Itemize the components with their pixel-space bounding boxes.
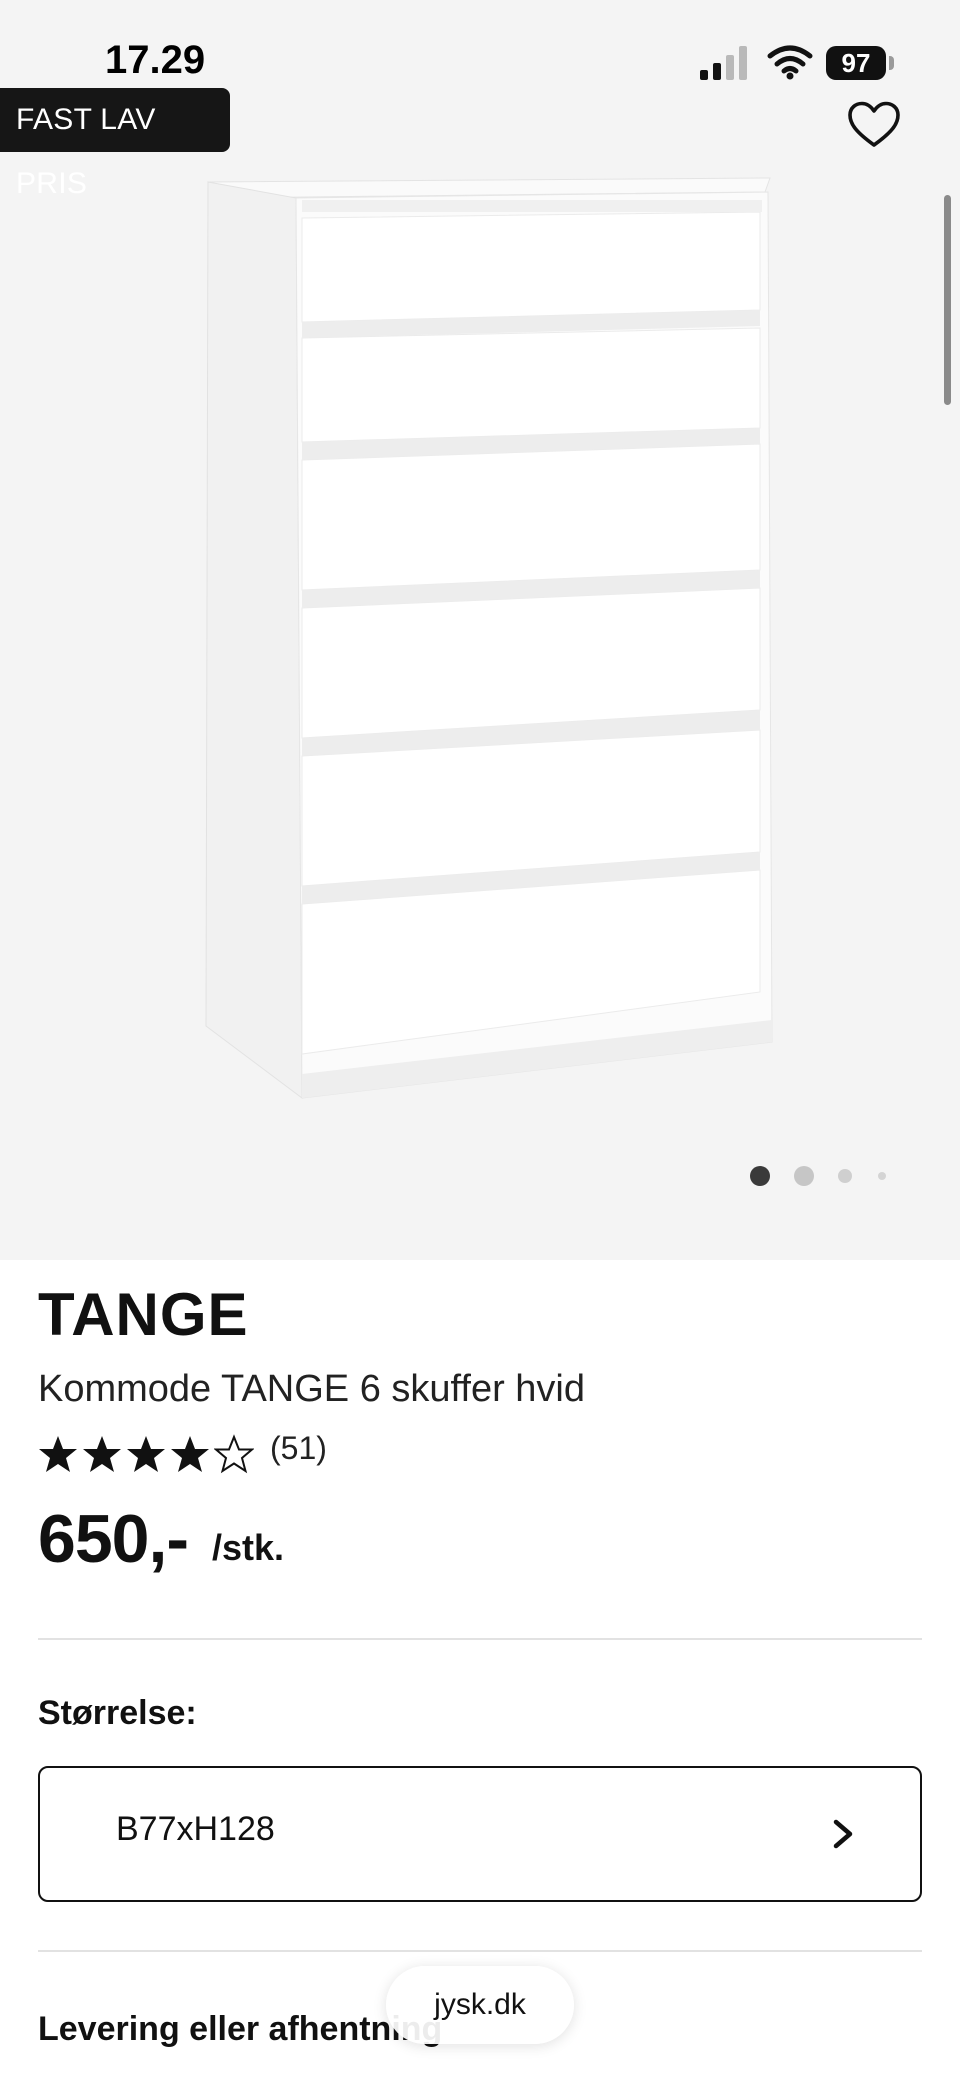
rating-count: (51) (270, 1430, 327, 1466)
status-time: 17.29 (105, 38, 206, 82)
carousel-dot[interactable] (878, 1172, 886, 1180)
status-bar: 17.29 97 (0, 0, 960, 100)
star-outline-icon (214, 1434, 254, 1474)
chevron-right-icon (833, 1819, 853, 1849)
battery-indicator: 97 (826, 46, 886, 80)
product-price: 650,- (38, 1501, 189, 1577)
cellular-signal-icon (700, 46, 747, 80)
divider (38, 1638, 922, 1640)
delivery-heading[interactable]: Levering eller afhentning (38, 2010, 442, 2049)
star-filled-icon (127, 1436, 165, 1472)
product-brand: TANGE (38, 1281, 249, 1348)
browser-url-pill[interactable]: jysk.dk (386, 1966, 574, 2044)
size-label: Størrelse: (38, 1694, 197, 1732)
size-selector[interactable]: B77xH128 (38, 1766, 922, 1902)
product-image (205, 177, 773, 1100)
promo-badge: FAST LAV PRIS (0, 88, 230, 200)
carousel-pagination[interactable] (748, 1164, 898, 1188)
star-filled-icon (39, 1436, 77, 1472)
product-name: Kommode TANGE 6 skuffer hvid (38, 1368, 586, 1410)
price-unit: /stk. (212, 1527, 285, 1568)
size-value: B77xH128 (116, 1810, 275, 1848)
battery-tip (889, 56, 894, 70)
carousel-dot-active[interactable] (750, 1166, 770, 1186)
star-filled-icon (171, 1436, 209, 1472)
carousel-dot[interactable] (838, 1169, 852, 1183)
carousel-dot[interactable] (794, 1166, 814, 1186)
scroll-indicator[interactable] (944, 195, 951, 405)
star-filled-icon (83, 1436, 121, 1472)
heart-outline-icon[interactable] (846, 100, 902, 150)
product-rating[interactable]: (51) (38, 1428, 438, 1478)
divider (38, 1950, 922, 1952)
wifi-icon (767, 45, 813, 80)
